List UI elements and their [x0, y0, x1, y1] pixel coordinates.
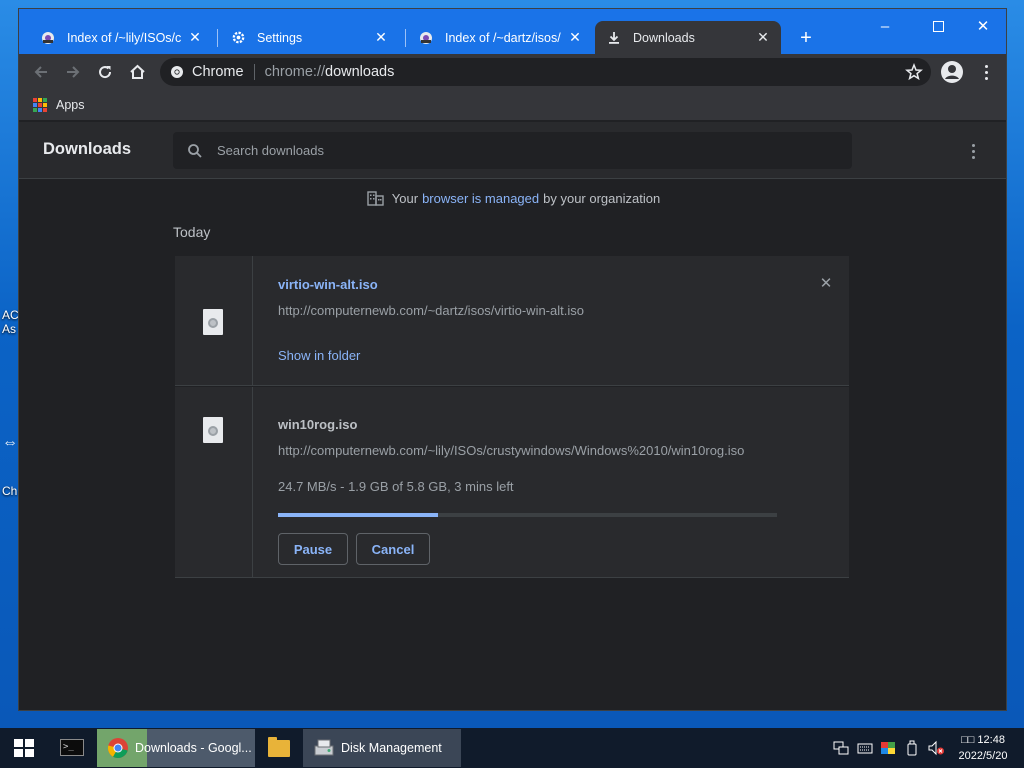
browser-menu-button[interactable]: [974, 60, 998, 84]
managed-notice: Your browser is managed by your organiza…: [19, 191, 1006, 206]
disc-file-icon: [203, 417, 223, 443]
progress-fill: [278, 513, 438, 517]
chrome-logo-icon: [171, 66, 183, 78]
tab-title: Index of /~dartz/isos/: [445, 30, 561, 45]
taskbar-chrome-button[interactable]: Downloads - Googl...: [97, 729, 255, 767]
tab-downloads[interactable]: Downloads ✕: [595, 21, 781, 54]
file-name-link[interactable]: virtio-win-alt.iso: [278, 277, 378, 292]
url-scheme: chrome://: [264, 64, 326, 80]
address-bar[interactable]: Chrome chrome:// downloads: [160, 58, 931, 86]
search-input[interactable]: Search downloads: [217, 143, 324, 158]
disc-file-icon: [203, 309, 223, 335]
chrome-logo-icon: [107, 738, 128, 759]
chrome-window: Index of /~lily/ISOs/crustywindows ✕ Set…: [18, 8, 1007, 711]
profile-avatar-icon[interactable]: [940, 60, 964, 84]
managed-link[interactable]: browser is managed: [422, 191, 539, 206]
favicon-lily-icon: [39, 29, 57, 47]
toolbar: Chrome chrome:// downloads: [19, 54, 1006, 90]
gear-icon: [229, 29, 247, 47]
network-icon[interactable]: [833, 740, 849, 756]
search-icon: [188, 143, 202, 158]
download-status: 24.7 MB/s - 1.9 GB of 5.8 GB, 3 mins lef…: [278, 479, 514, 494]
terminal-icon[interactable]: >_: [60, 739, 84, 756]
minimize-button[interactable]: –: [870, 15, 900, 37]
show-in-folder-link[interactable]: Show in folder: [278, 348, 360, 363]
tab-separator: [405, 29, 406, 47]
file-url[interactable]: http://computernewb.com/~dartz/isos/virt…: [278, 303, 584, 318]
downloads-menu-button[interactable]: [969, 142, 977, 160]
taskbar-disk-management-button[interactable]: Disk Management: [303, 729, 461, 767]
new-tab-button[interactable]: +: [794, 26, 818, 50]
downloads-header: Downloads Search downloads: [19, 122, 1006, 179]
download-item: win10rog.iso http://computernewb.com/~li…: [175, 387, 849, 578]
bookmark-star-icon[interactable]: [905, 63, 923, 81]
file-url[interactable]: http://computernewb.com/~lily/ISOs/crust…: [278, 443, 744, 458]
resize-cursor-icon: ⇔: [2, 434, 18, 451]
icon-column: [175, 256, 253, 385]
tab-lily-index[interactable]: Index of /~lily/ISOs/crustywindows ✕: [29, 21, 213, 54]
desktop-icon-label[interactable]: AC: [2, 308, 19, 322]
keyboard-icon[interactable]: [857, 740, 873, 756]
color-display-icon[interactable]: [880, 740, 896, 756]
close-icon[interactable]: ✕: [755, 29, 771, 46]
tab-dartz-index[interactable]: Index of /~dartz/isos/ ✕: [407, 21, 593, 54]
tab-title: Settings: [257, 30, 303, 45]
cancel-button[interactable]: Cancel: [356, 533, 430, 565]
page-title: Downloads: [43, 140, 132, 158]
pause-button[interactable]: Pause: [278, 533, 348, 565]
close-icon[interactable]: ✕: [373, 29, 389, 46]
apps-grid-icon: [33, 98, 47, 112]
bookmarks-bar: Apps: [19, 90, 1006, 120]
tab-separator: [217, 29, 218, 47]
disk-management-icon: [314, 739, 334, 756]
favicon-dartz-icon: [417, 29, 435, 47]
clock-time: □□ 12:48: [961, 734, 1005, 746]
download-item: virtio-win-alt.iso http://computernewb.c…: [175, 256, 849, 386]
tab-settings[interactable]: Settings ✕: [219, 21, 399, 54]
volume-muted-icon[interactable]: [927, 740, 945, 756]
system-clock[interactable]: □□ 12:48 2022/5/20: [952, 732, 1014, 764]
close-icon[interactable]: ✕: [567, 29, 583, 46]
download-icon: [605, 29, 623, 47]
building-icon: [367, 191, 384, 206]
windows-start-icon[interactable]: [14, 739, 34, 757]
taskbar-disk-label: Disk Management: [341, 741, 442, 755]
taskbar-chrome-label: Downloads - Googl...: [135, 741, 252, 755]
maximize-button[interactable]: [923, 15, 953, 37]
tab-title: Index of /~lily/ISOs/crustywindows: [67, 30, 181, 45]
file-explorer-icon[interactable]: [268, 737, 290, 757]
usb-device-icon[interactable]: [905, 740, 919, 756]
close-icon[interactable]: ✕: [187, 29, 203, 46]
desktop-icon-label[interactable]: Ch: [2, 484, 17, 498]
remove-item-button[interactable]: ✕: [819, 275, 833, 292]
date-heading: Today: [173, 224, 211, 240]
tab-strip: Index of /~lily/ISOs/crustywindows ✕ Set…: [19, 9, 1006, 54]
home-button[interactable]: [123, 58, 151, 86]
forward-button[interactable]: [59, 58, 87, 86]
url-host: downloads: [325, 64, 395, 80]
close-window-button[interactable]: ✕: [968, 15, 998, 37]
search-field[interactable]: Search downloads: [173, 132, 852, 169]
icon-column: [175, 387, 253, 577]
omnibox-divider: [253, 64, 255, 80]
progress-bar: [278, 513, 777, 517]
file-name[interactable]: win10rog.iso: [278, 417, 357, 432]
reload-button[interactable]: [91, 58, 119, 86]
clock-date: 2022/5/20: [958, 750, 1008, 762]
taskbar: >_ Downloads - Googl... Disk Management …: [0, 728, 1024, 768]
chrome-chip[interactable]: Chrome: [160, 64, 244, 80]
chip-label: Chrome: [192, 64, 244, 80]
managed-suffix: by your organization: [543, 191, 661, 206]
back-button[interactable]: [27, 58, 55, 86]
apps-shortcut[interactable]: Apps: [56, 98, 85, 112]
managed-prefix: Your: [391, 191, 419, 206]
desktop-icon-label[interactable]: As: [2, 322, 16, 336]
tab-title: Downloads: [633, 30, 695, 45]
